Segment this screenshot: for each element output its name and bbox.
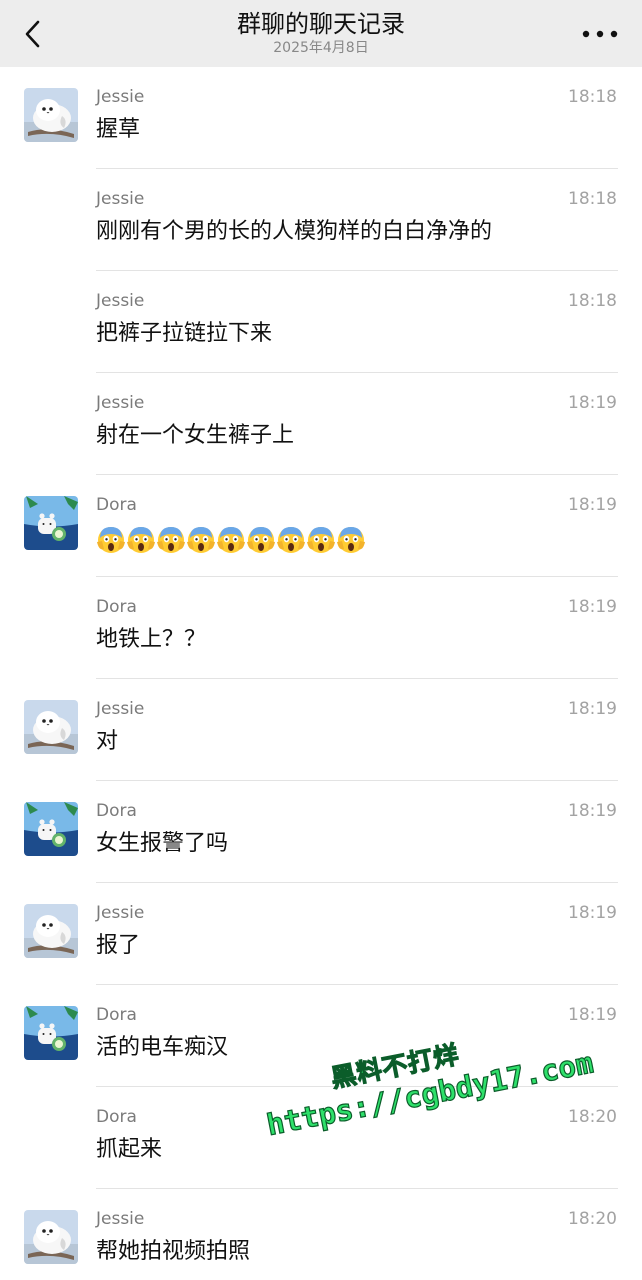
message-text: 把裤子拉链拉下来 bbox=[96, 321, 273, 346]
message-text: 刚刚有个男的长的人模狗样的白白净净的 bbox=[96, 219, 493, 244]
message-text: 射在一个女生裤子上 bbox=[96, 423, 295, 448]
avatar-jessie[interactable] bbox=[24, 904, 78, 958]
message-row[interactable]: Jessie 18:19 射在一个女生裤子上 bbox=[0, 373, 642, 475]
message-time: 18:20 bbox=[568, 1209, 617, 1229]
message-sender: Dora bbox=[96, 1005, 137, 1025]
screaming-face-emoji-icon bbox=[156, 525, 186, 555]
message-row[interactable]: Jessie 18:18 把裤子拉链拉下来 bbox=[0, 271, 642, 373]
message-row[interactable]: Jessie 18:18 刚刚有个男的长的人模狗样的白白净净的 bbox=[0, 169, 642, 271]
screaming-face-emoji-icon bbox=[246, 525, 276, 555]
message-sender: Dora bbox=[96, 1107, 137, 1127]
message-sender: Dora bbox=[96, 495, 137, 515]
message-time: 18:19 bbox=[568, 903, 617, 923]
message-sender: Dora bbox=[96, 597, 137, 617]
message-time: 18:19 bbox=[568, 597, 617, 617]
message-time: 18:19 bbox=[568, 699, 617, 719]
screaming-face-emoji-icon bbox=[186, 525, 216, 555]
message-text: 活的电车痴汉 bbox=[96, 1035, 229, 1060]
avatar-jessie[interactable] bbox=[24, 1210, 78, 1264]
message-time: 18:19 bbox=[568, 393, 617, 413]
message-sender: Jessie bbox=[96, 699, 145, 719]
avatar-jessie[interactable] bbox=[24, 700, 78, 754]
message-row[interactable]: Jessie 18:20 帮她拍视频拍照 bbox=[0, 1189, 642, 1280]
message-sender: Jessie bbox=[96, 87, 145, 107]
avatar-dora[interactable] bbox=[24, 496, 78, 550]
screaming-face-emoji-icon bbox=[306, 525, 336, 555]
message-time: 18:18 bbox=[568, 291, 617, 311]
message-text: 握草 bbox=[96, 117, 141, 142]
message-text: 帮她拍视频拍照 bbox=[96, 1239, 251, 1264]
message-text: 报了 bbox=[96, 933, 141, 958]
message-time: 18:18 bbox=[568, 189, 617, 209]
message-row[interactable]: Dora 18:19 活的电车痴汉 bbox=[0, 985, 642, 1087]
more-dots-icon[interactable] bbox=[580, 26, 620, 42]
avatar-dora[interactable] bbox=[24, 1006, 78, 1060]
message-sender: Jessie bbox=[96, 1209, 145, 1229]
message-sender: Jessie bbox=[96, 189, 145, 209]
screaming-face-emoji-icon bbox=[336, 525, 366, 555]
page-subtitle-date: 2025年4月8日 bbox=[273, 40, 369, 56]
emoji-row bbox=[96, 525, 366, 555]
message-row[interactable]: Jessie 18:19 对 bbox=[0, 679, 642, 781]
screaming-face-emoji-icon bbox=[96, 525, 126, 555]
message-row[interactable]: Jessie 18:18 握草 bbox=[0, 67, 642, 169]
message-sender: Dora bbox=[96, 801, 137, 821]
message-time: 18:19 bbox=[568, 495, 617, 515]
message-time: 18:20 bbox=[568, 1107, 617, 1127]
message-row[interactable]: Dora 18:19 女生报警了吗 bbox=[0, 781, 642, 883]
message-text: 地铁上？？ bbox=[96, 627, 207, 652]
message-row[interactable]: Dora 18:19 地铁上？？ bbox=[0, 577, 642, 679]
message-time: 18:19 bbox=[568, 801, 617, 821]
message-sender: Jessie bbox=[96, 291, 145, 311]
message-row[interactable]: Dora 18:19 bbox=[0, 475, 642, 577]
message-text: 对 bbox=[96, 729, 119, 754]
avatar-dora[interactable] bbox=[24, 802, 78, 856]
message-sender: Jessie bbox=[96, 903, 145, 923]
message-sender: Jessie bbox=[96, 393, 145, 413]
page-title: 群聊的聊天记录 bbox=[237, 10, 405, 38]
message-text: 女生报警了吗 bbox=[96, 831, 229, 856]
navigation-bar: 群聊的聊天记录 2025年4月8日 bbox=[0, 0, 642, 67]
message-row[interactable]: Jessie 18:19 报了 bbox=[0, 883, 642, 985]
avatar-jessie[interactable] bbox=[24, 88, 78, 142]
screaming-face-emoji-icon bbox=[276, 525, 306, 555]
screaming-face-emoji-icon bbox=[126, 525, 156, 555]
message-time: 18:19 bbox=[568, 1005, 617, 1025]
message-text: 抓起来 bbox=[96, 1137, 163, 1162]
screaming-face-emoji-icon bbox=[216, 525, 246, 555]
chat-history-screen: 群聊的聊天记录 2025年4月8日 Jessie 18:18 握草 Jessie 18:… bbox=[0, 0, 642, 1280]
title-block: 群聊的聊天记录 2025年4月8日 bbox=[0, 9, 642, 57]
message-row[interactable]: Dora 18:20 抓起来 bbox=[0, 1087, 642, 1189]
message-time: 18:18 bbox=[568, 87, 617, 107]
